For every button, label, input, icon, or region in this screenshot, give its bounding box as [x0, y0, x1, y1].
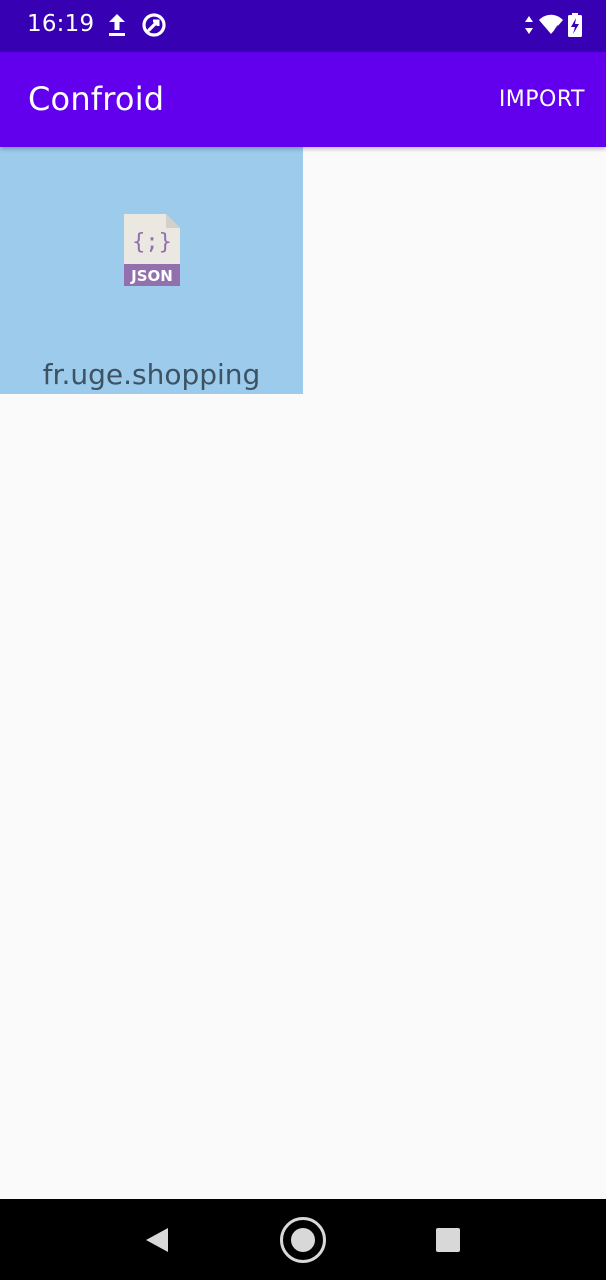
app-bar: Confroid IMPORT: [0, 52, 606, 147]
navigation-bar: [0, 1199, 606, 1280]
data-arrows-icon: [525, 16, 533, 34]
import-button[interactable]: IMPORT: [499, 87, 585, 112]
status-bar: 16:19 4: [0, 0, 606, 52]
config-item-label: fr.uge.shopping: [42, 358, 261, 391]
svg-text:4: 4: [554, 25, 560, 35]
config-grid: {;} JSON fr.uge.shopping: [0, 147, 606, 1199]
sync-icon: [142, 13, 166, 37]
recents-button[interactable]: [436, 1228, 460, 1252]
json-file-icon: {;} JSON: [124, 214, 180, 286]
status-right-icons: 4: [524, 12, 582, 38]
battery-charging-icon: [568, 13, 582, 37]
upload-icon: [109, 14, 125, 36]
app-title: Confroid: [28, 80, 165, 118]
back-button[interactable]: [144, 1226, 170, 1254]
json-badge-text: JSON: [130, 267, 173, 285]
config-item[interactable]: {;} JSON fr.uge.shopping: [0, 147, 303, 394]
status-time: 16:19: [27, 11, 95, 37]
json-glyph: {;}: [132, 230, 172, 255]
wifi-icon: 4: [539, 14, 563, 35]
home-button[interactable]: [279, 1216, 327, 1264]
